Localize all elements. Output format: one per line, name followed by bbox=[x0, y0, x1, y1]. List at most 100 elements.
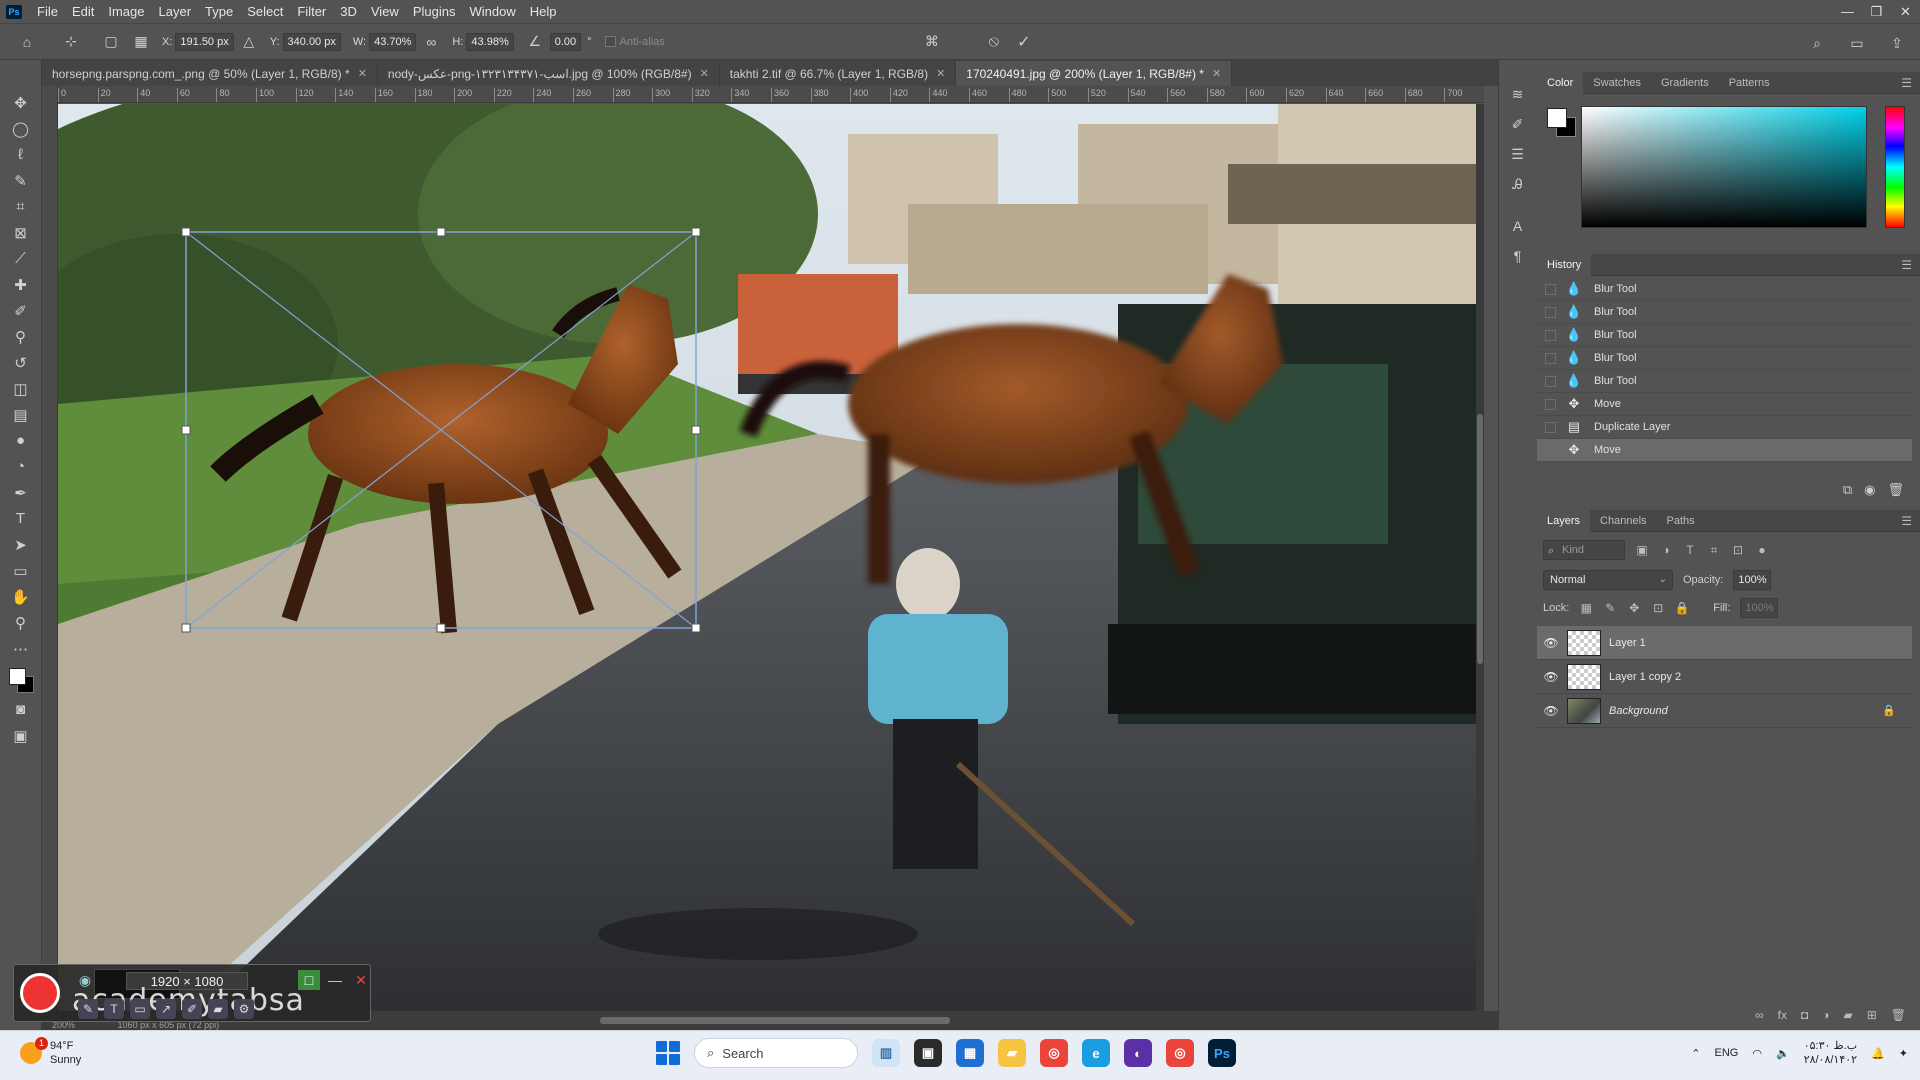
history-item[interactable]: 💧 Blur Tool bbox=[1537, 370, 1912, 393]
transform-handle[interactable] bbox=[691, 227, 701, 237]
reference-point-icon[interactable]: ⊹ bbox=[60, 31, 82, 53]
tab-layers[interactable]: Layers bbox=[1537, 509, 1591, 532]
history-item[interactable]: 💧 Blur Tool bbox=[1537, 278, 1912, 301]
hue-slider[interactable] bbox=[1885, 106, 1905, 228]
filter-toggle-icon[interactable]: ● bbox=[1755, 543, 1769, 557]
trash-icon[interactable]: 🗑 bbox=[1887, 482, 1904, 498]
marker-icon[interactable]: ✐ bbox=[182, 999, 202, 1019]
color-chips[interactable] bbox=[1547, 108, 1577, 138]
home-icon[interactable]: ⌂ bbox=[16, 31, 38, 53]
chrome-profile-icon[interactable]: ◎ bbox=[1166, 1039, 1194, 1067]
close-capture-icon[interactable]: ✕ bbox=[350, 970, 372, 990]
transform-handle[interactable] bbox=[181, 425, 191, 435]
frame-tool-icon[interactable]: ⊠ bbox=[8, 220, 34, 245]
photoshop-taskbar-icon[interactable]: Ps bbox=[1208, 1039, 1236, 1067]
reference-square-icon[interactable]: ▢ bbox=[100, 31, 122, 53]
text-icon[interactable]: T bbox=[104, 999, 124, 1019]
layer-row[interactable]: 👁 Layer 1 bbox=[1537, 626, 1912, 660]
type-filter-icon[interactable]: T bbox=[1683, 543, 1697, 557]
scrollbar-thumb[interactable] bbox=[600, 1017, 950, 1024]
new-document-from-state-icon[interactable]: ⧉ bbox=[1843, 482, 1852, 498]
lock-transparency-icon[interactable]: ▦ bbox=[1579, 601, 1593, 615]
tab-nody-png[interactable]: nody-عکس-png-اسب-۱۳۲۳۱۳۴۳۷۱.jpg @ 100% (… bbox=[377, 61, 720, 86]
folder-icon[interactable]: ▰ bbox=[208, 999, 228, 1019]
history-snapshot-checkbox[interactable] bbox=[1545, 375, 1556, 387]
history-snapshot-checkbox[interactable] bbox=[1545, 398, 1556, 410]
menu-type[interactable]: Type bbox=[198, 0, 240, 23]
close-icon[interactable]: ✕ bbox=[358, 67, 367, 80]
paragraph-icon[interactable]: ¶ bbox=[1506, 244, 1530, 268]
history-item[interactable]: ✥ Move bbox=[1537, 393, 1912, 416]
crop-tool-icon[interactable]: ⌗ bbox=[8, 194, 34, 219]
panel-menu-icon[interactable]: ☰ bbox=[1901, 514, 1912, 528]
transform-handle[interactable] bbox=[436, 623, 446, 633]
history-item[interactable]: 💧 Blur Tool bbox=[1537, 324, 1912, 347]
link-icon[interactable]: ∞ bbox=[420, 31, 442, 53]
glyphs-icon[interactable]: Ꭿ bbox=[1506, 172, 1530, 196]
history-snapshot-checkbox[interactable] bbox=[1545, 352, 1556, 364]
chevron-up-icon[interactable]: ⌃ bbox=[1691, 1047, 1700, 1060]
tab-color[interactable]: Color bbox=[1537, 71, 1584, 94]
character-icon[interactable]: A bbox=[1506, 214, 1530, 238]
eyedropper-tool-icon[interactable]: ⟋ bbox=[8, 246, 34, 271]
minimize-capture-icon[interactable]: — bbox=[324, 970, 346, 990]
copilot-icon[interactable]: ✦ bbox=[1899, 1047, 1908, 1060]
foreground-color-swatch[interactable] bbox=[8, 668, 26, 685]
menu-window[interactable]: Window bbox=[462, 0, 522, 23]
quick-select-tool-icon[interactable]: ✎ bbox=[8, 168, 34, 193]
media-player-icon[interactable]: ◐ bbox=[1124, 1039, 1152, 1067]
layer-row[interactable]: 👁 Layer 1 copy 2 bbox=[1537, 660, 1912, 694]
tab-horsepng[interactable]: horsepng.parspng.com_.png @ 50% (Layer 1… bbox=[42, 61, 378, 86]
antialias-checkbox[interactable] bbox=[604, 36, 616, 47]
dodge-tool-icon[interactable]: ◔ bbox=[8, 454, 34, 479]
history-snapshot-checkbox[interactable] bbox=[1545, 421, 1556, 433]
restore-button[interactable]: ❐ bbox=[1862, 0, 1891, 23]
add-mask-icon[interactable]: ◘ bbox=[1801, 1008, 1808, 1022]
settings-icon[interactable]: ⚙ bbox=[234, 999, 254, 1019]
history-item[interactable]: 💧 Blur Tool bbox=[1537, 301, 1912, 324]
lock-position-icon[interactable]: ✥ bbox=[1627, 601, 1641, 615]
eraser-tool-icon[interactable]: ◫ bbox=[8, 376, 34, 401]
lock-icon[interactable]: 🔒 bbox=[1882, 704, 1896, 717]
task-view-icon[interactable]: ▣ bbox=[914, 1039, 942, 1067]
x-field[interactable]: 191.50 px bbox=[175, 32, 234, 51]
widgets-icon[interactable]: ▥ bbox=[872, 1039, 900, 1067]
transform-handle[interactable] bbox=[691, 425, 701, 435]
start-button[interactable] bbox=[656, 1041, 680, 1065]
reference-grid-icon[interactable]: ▦ bbox=[130, 31, 152, 53]
scrollbar-thumb[interactable] bbox=[1477, 414, 1483, 664]
color-swatches[interactable] bbox=[7, 666, 35, 696]
adjustment-layer-icon[interactable]: ◑ bbox=[1822, 1008, 1829, 1022]
minimize-button[interactable]: — bbox=[1833, 0, 1862, 23]
brush-tool-icon[interactable]: ✐ bbox=[8, 298, 34, 323]
brush-settings-icon[interactable]: ✐ bbox=[1506, 112, 1530, 136]
eye-icon[interactable]: 👁 bbox=[1537, 670, 1565, 684]
commit-transform-icon[interactable]: ✓ bbox=[1013, 31, 1035, 53]
properties-icon[interactable]: ☰ bbox=[1506, 142, 1530, 166]
snapshot-icon[interactable]: ◉ bbox=[1864, 482, 1875, 498]
group-icon[interactable]: ▰ bbox=[1843, 1008, 1852, 1022]
vertical-ruler[interactable] bbox=[42, 86, 58, 1011]
cancel-transform-icon[interactable]: ⦸ bbox=[983, 31, 1005, 53]
history-item[interactable]: ▤ Duplicate Layer bbox=[1537, 416, 1912, 439]
transform-handle[interactable] bbox=[181, 227, 191, 237]
taskbar-search[interactable]: ⌕ Search bbox=[694, 1038, 858, 1068]
lock-pixels-icon[interactable]: ✎ bbox=[1603, 601, 1617, 615]
menu-file[interactable]: File bbox=[30, 0, 65, 23]
smart-object-filter-icon[interactable]: ⊡ bbox=[1731, 543, 1745, 557]
pixel-filter-icon[interactable]: ▣ bbox=[1635, 543, 1649, 557]
eye-icon[interactable]: 👁 bbox=[1537, 636, 1565, 650]
blur-tool-icon[interactable]: ● bbox=[8, 428, 34, 453]
close-icon[interactable]: ✕ bbox=[700, 67, 709, 80]
menu-view[interactable]: View bbox=[364, 0, 406, 23]
layer-row[interactable]: 👁 Background 🔒 bbox=[1537, 694, 1912, 728]
opacity-field[interactable]: 100% bbox=[1733, 570, 1772, 590]
history-item[interactable]: 💧 Blur Tool bbox=[1537, 347, 1912, 370]
close-icon[interactable]: ✕ bbox=[1212, 67, 1221, 80]
panel-menu-icon[interactable]: ☰ bbox=[1901, 258, 1912, 272]
chrome-icon[interactable]: ◎ bbox=[1040, 1039, 1068, 1067]
panel-menu-icon[interactable]: ☰ bbox=[1901, 76, 1912, 90]
history-snapshot-checkbox[interactable] bbox=[1545, 329, 1556, 341]
shape-filter-icon[interactable]: ⌗ bbox=[1707, 543, 1721, 557]
new-layer-icon[interactable]: ⊞ bbox=[1867, 1008, 1877, 1022]
